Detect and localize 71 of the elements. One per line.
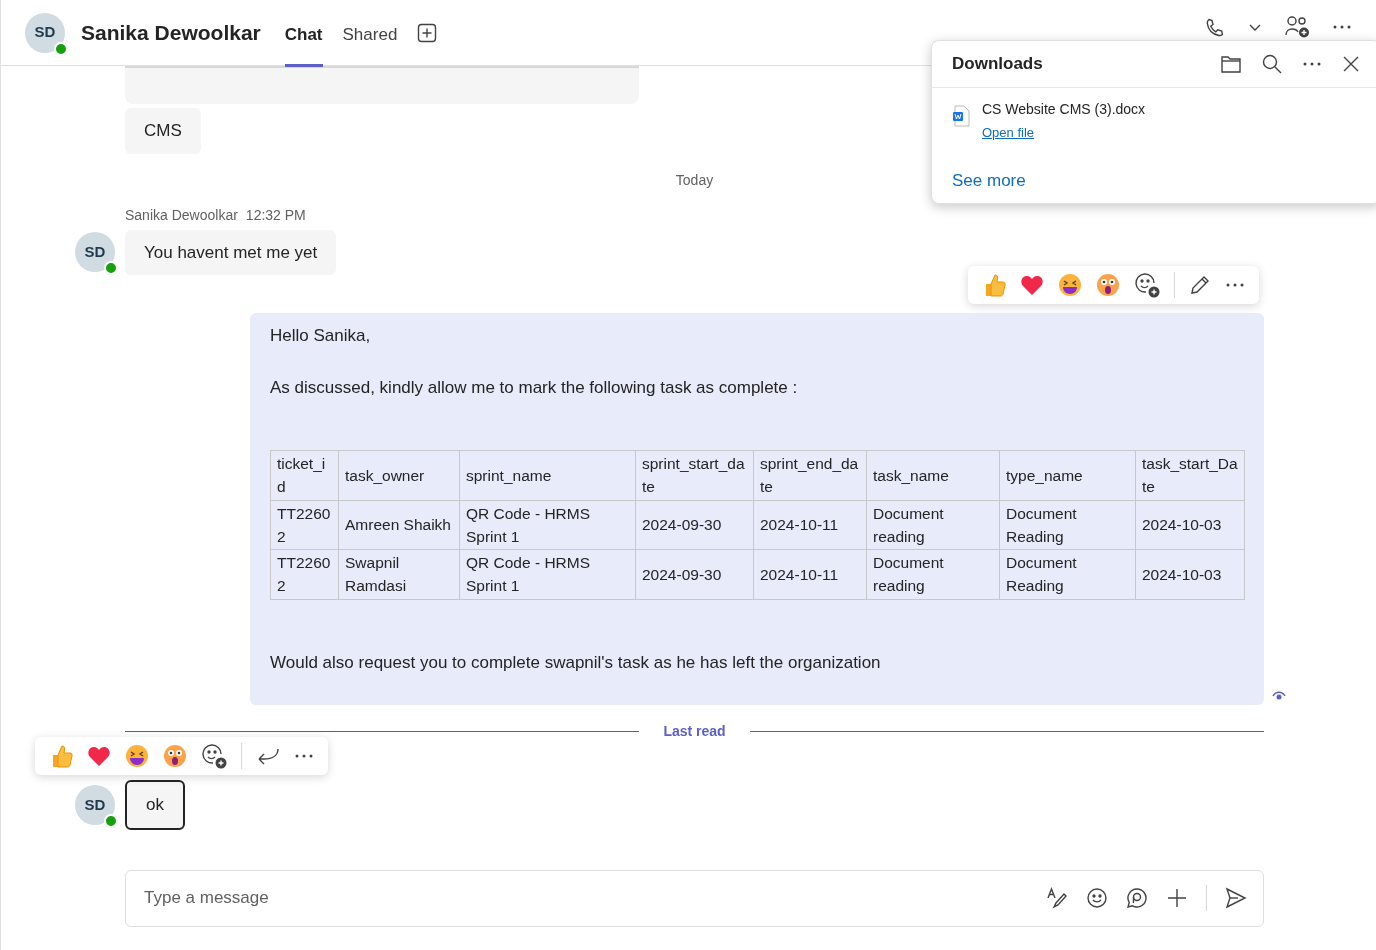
tab[interactable]: Shared	[342, 4, 398, 67]
table-header-cell: task_start_Date	[1135, 450, 1245, 500]
open-file-link[interactable]: Open file	[982, 124, 1035, 140]
table-cell: Document reading	[866, 500, 1000, 550]
timestamp: 12:32 PM	[245, 205, 306, 225]
add-reaction-icon[interactable]	[201, 743, 227, 769]
add-tab-icon[interactable]	[417, 22, 438, 43]
panel-title: Downloads	[952, 53, 1043, 75]
table-cell: Document Reading	[999, 549, 1136, 599]
heart-icon[interactable]	[1020, 274, 1044, 296]
date-divider: Today	[675, 170, 714, 190]
table-header-cell: sprint_end_date	[753, 450, 867, 500]
surprised-face-icon[interactable]	[1096, 273, 1120, 297]
chat-bubble-icon[interactable]	[1126, 887, 1148, 909]
format-icon[interactable]	[1046, 887, 1068, 909]
search-icon[interactable]	[1262, 53, 1282, 74]
table-cell: 2024-10-03	[1135, 500, 1245, 550]
table-cell: 2024-10-03	[1135, 549, 1245, 599]
file-name: CS Website CMS (3).docx	[982, 99, 1146, 119]
table-header-cell: sprint_start_date	[635, 450, 754, 500]
laughing-face-icon[interactable]	[1058, 273, 1082, 297]
add-reaction-icon[interactable]	[1134, 272, 1160, 298]
message-text: Would also request you to complete swapnil's task as he has left the organization	[270, 651, 882, 674]
message-bubble: You havent met me yet	[125, 229, 337, 275]
table-cell: Amreen Shaikh	[338, 500, 460, 550]
table-cell: QR Code - HRMS Sprint 1	[459, 549, 636, 599]
message-composer[interactable]: Type a message	[125, 869, 1264, 927]
table-header-cell: ticket_id	[270, 450, 339, 500]
surprised-face-icon[interactable]	[163, 744, 187, 768]
reply-icon[interactable]	[256, 746, 280, 766]
word-document-icon	[952, 104, 970, 127]
message-input[interactable]: Type a message	[142, 884, 1046, 912]
more-icon[interactable]	[1332, 24, 1352, 30]
pencil-icon[interactable]	[1189, 274, 1211, 296]
folder-icon[interactable]	[1220, 53, 1242, 74]
table-cell: QR Code - HRMS Sprint 1	[459, 500, 636, 550]
heart-icon[interactable]	[87, 745, 111, 767]
table-cell: TT22602	[270, 549, 339, 599]
more-icon[interactable]	[1225, 282, 1245, 288]
avatar-initials: SD	[84, 794, 106, 815]
plus-icon[interactable]	[1166, 887, 1188, 909]
phone-icon[interactable]	[1204, 16, 1226, 38]
avatar-initials: SD	[84, 242, 106, 262]
message-bubble: CMS	[125, 108, 201, 154]
sender-name: Sanika Dewoolkar	[125, 205, 238, 225]
avatar-initials: SD	[34, 22, 56, 43]
table-header-cell: sprint_name	[459, 450, 636, 500]
see-more-link[interactable]: See more	[952, 167, 1026, 193]
table-header-cell: task_name	[866, 450, 1000, 500]
table-header-cell: task_owner	[338, 450, 460, 500]
table-cell: Document Reading	[999, 500, 1136, 550]
last-read-label: Last read	[663, 722, 726, 741]
table-cell: Swapnil Ramdasi	[338, 549, 460, 599]
contact-name: Sanika Dewoolkar	[81, 19, 261, 46]
table-cell: 2024-10-11	[753, 500, 867, 550]
add-people-icon[interactable]	[1284, 16, 1310, 38]
emoji-icon[interactable]	[1086, 887, 1108, 909]
message-text: Hello Sanika,	[270, 325, 372, 347]
table-cell: 2024-10-11	[753, 549, 867, 599]
table-cell: TT22602	[270, 500, 339, 550]
table-cell: Document reading	[866, 549, 1000, 599]
table-header-cell: type_name	[999, 450, 1136, 500]
more-icon[interactable]	[1302, 60, 1322, 67]
laughing-face-icon[interactable]	[125, 744, 149, 768]
table-cell: 2024-09-30	[635, 500, 754, 550]
more-icon[interactable]	[294, 753, 314, 759]
message-bubble: ok	[125, 780, 185, 830]
message-text: As discussed, kindly allow me to mark the following task as complete :	[270, 376, 799, 399]
table-cell: 2024-09-30	[635, 549, 754, 599]
send-icon[interactable]	[1225, 887, 1247, 909]
close-icon[interactable]	[1342, 54, 1360, 73]
